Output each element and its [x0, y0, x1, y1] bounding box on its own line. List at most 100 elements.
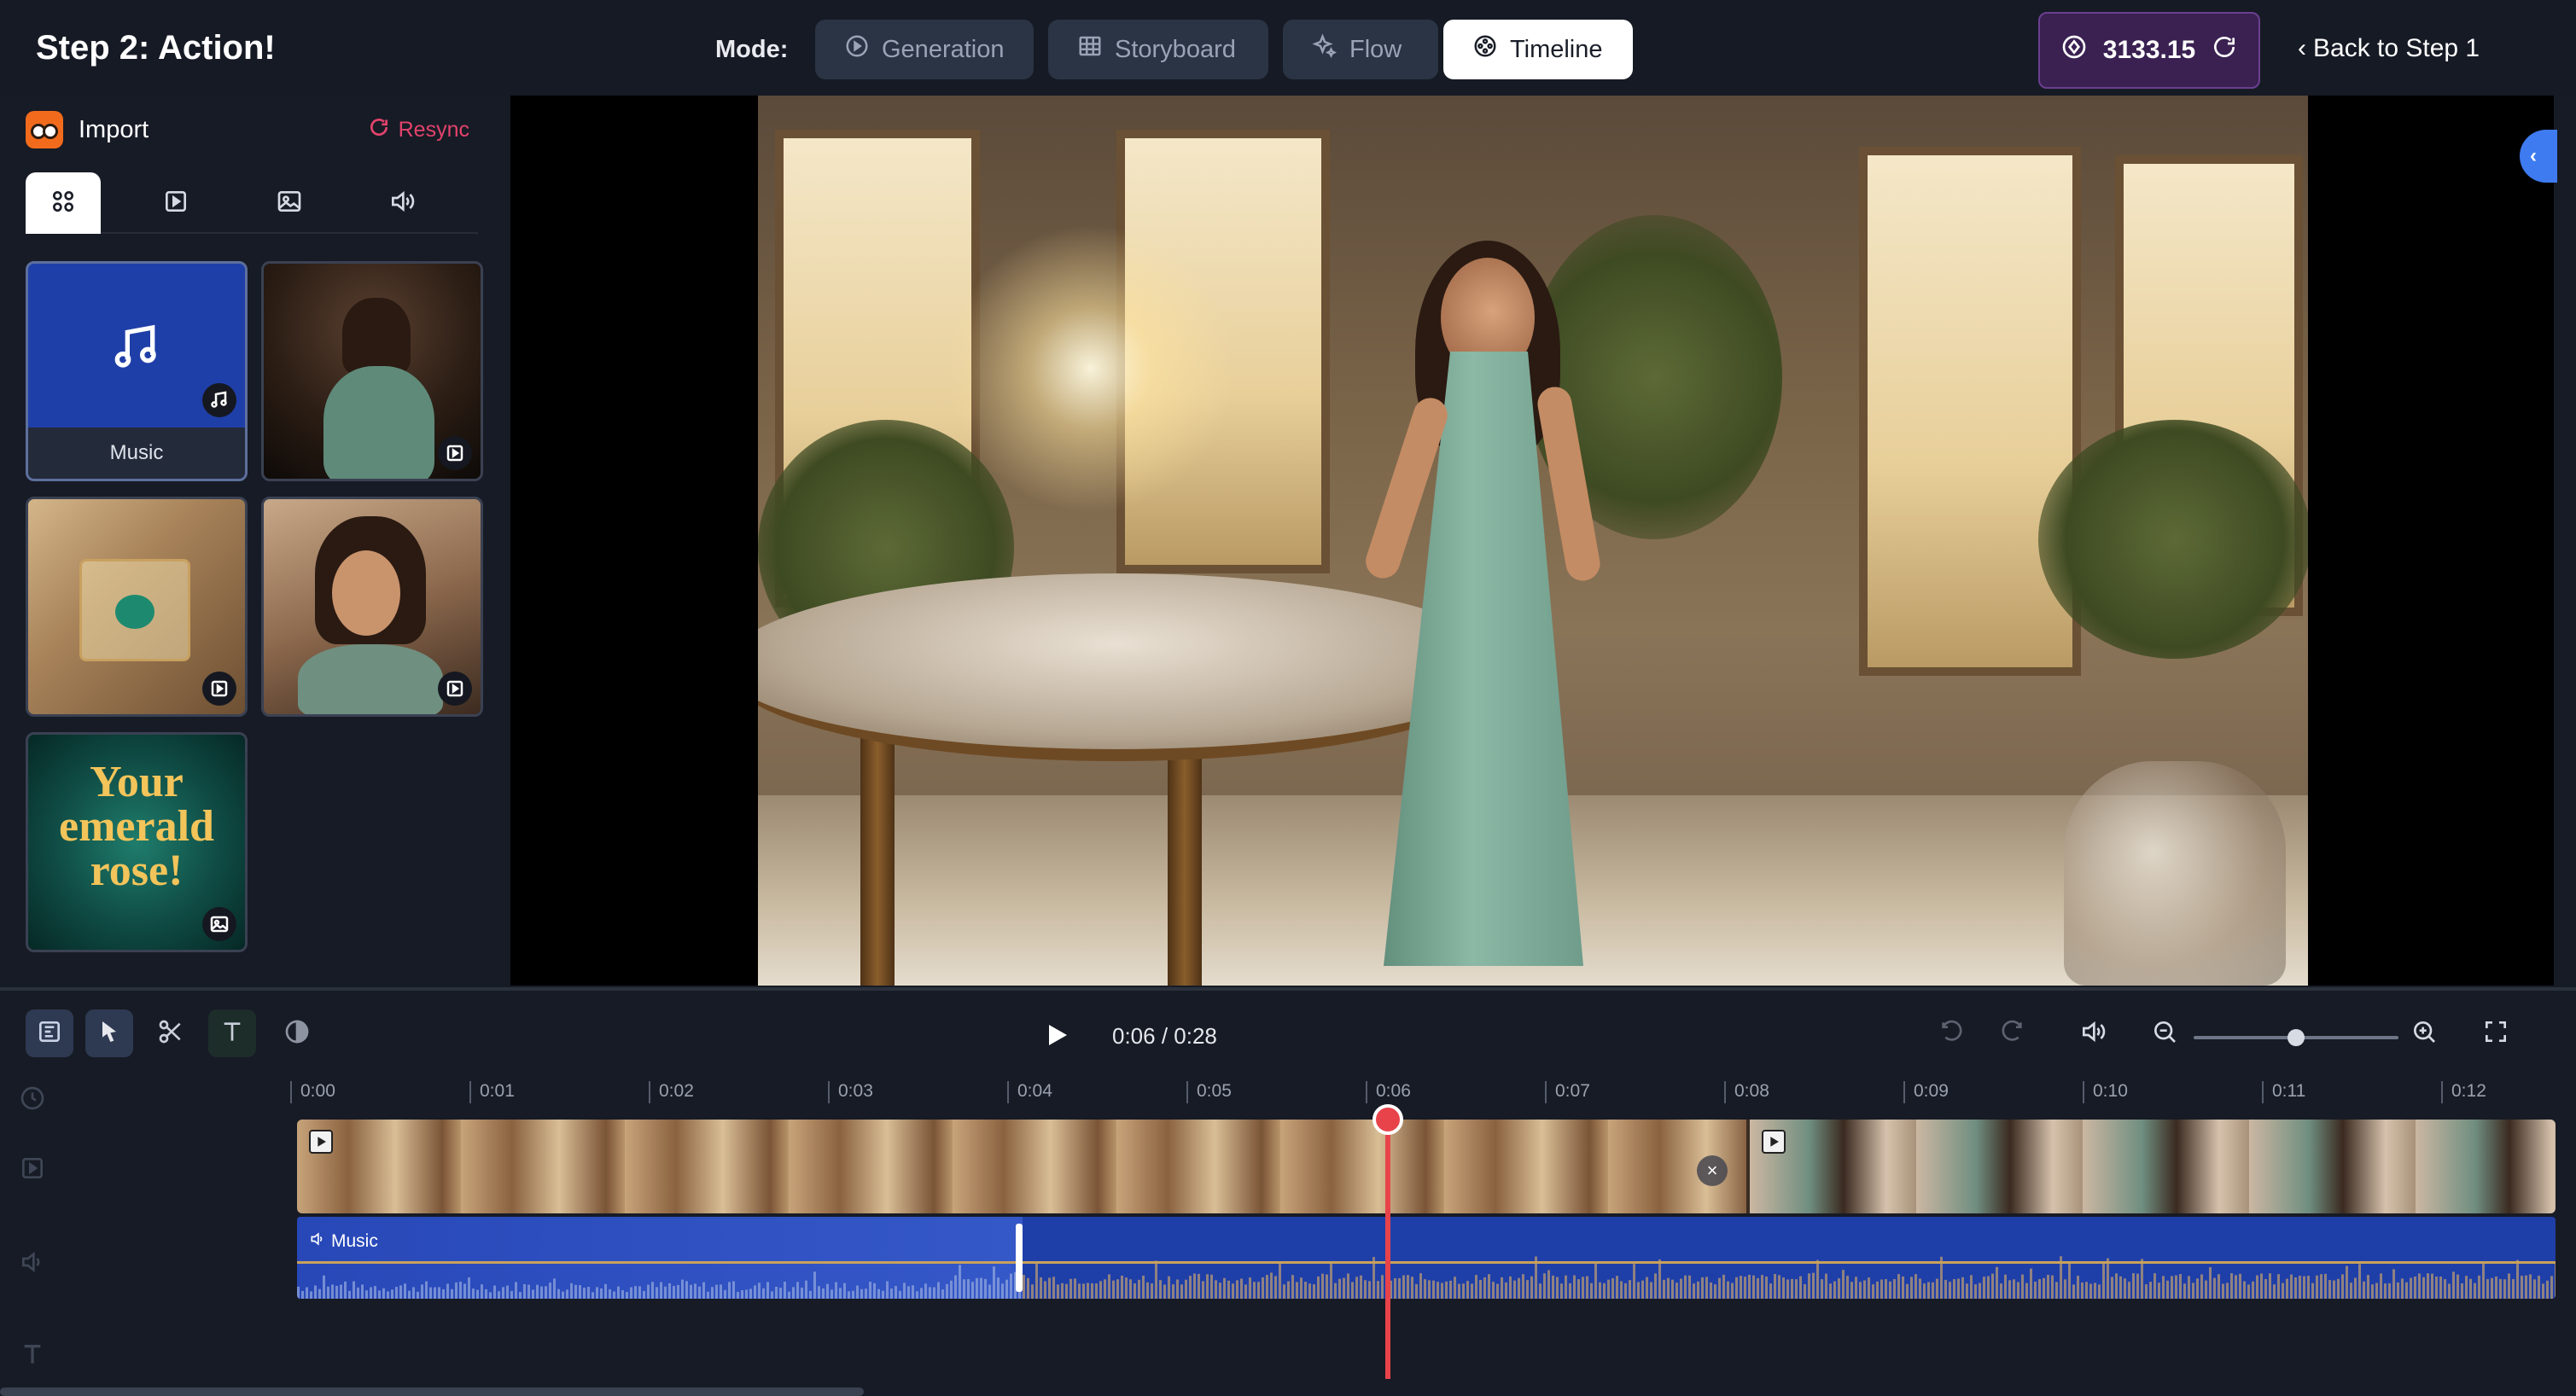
undo-button[interactable] — [1927, 1009, 1975, 1057]
video-icon — [162, 188, 189, 219]
table-leg — [1168, 727, 1202, 986]
undo-icon — [1938, 1018, 1965, 1050]
redo-button[interactable] — [1989, 1009, 2037, 1057]
audio-fade-handle[interactable] — [1016, 1224, 1023, 1292]
ruler-tick: 0:06 — [1366, 1081, 1411, 1103]
tab-audio-media[interactable] — [365, 172, 440, 234]
zoom-out-icon — [2151, 1018, 2178, 1050]
speaker-icon — [2079, 1018, 2107, 1050]
zoom-slider-handle[interactable] — [2288, 1029, 2305, 1046]
playhead-handle[interactable] — [1373, 1104, 1403, 1135]
remove-clip-button[interactable]: × — [1697, 1155, 1728, 1186]
scene-plant — [2038, 420, 2308, 659]
zoom-slider[interactable] — [2194, 1029, 2398, 1046]
music-icon — [202, 383, 236, 417]
speaker-icon — [309, 1230, 326, 1253]
split-tool-button[interactable] — [147, 1009, 195, 1057]
media-filter-tabs — [26, 172, 478, 234]
contrast-icon — [283, 1018, 311, 1050]
scene-vase — [2064, 761, 2286, 986]
zoom-out-button[interactable] — [2141, 1009, 2188, 1057]
mode-generation-button[interactable]: Generation — [815, 20, 1034, 79]
video-icon — [202, 672, 236, 706]
image-icon — [276, 188, 303, 219]
mode-generation-label: Generation — [882, 35, 1005, 63]
chevron-left-icon: ‹ — [2298, 34, 2306, 62]
ruler-tick: 0:07 — [1545, 1081, 1590, 1103]
tab-image-media[interactable] — [252, 172, 327, 234]
title-card-text: Your emerald rose! — [28, 760, 245, 893]
chevron-left-icon: ‹ — [2530, 144, 2537, 167]
scene-table — [758, 573, 1509, 761]
layout-icon — [36, 1018, 63, 1050]
media-item-video-reading[interactable] — [261, 497, 483, 717]
fullscreen-icon — [2482, 1018, 2509, 1050]
audio-track-icon — [19, 1248, 46, 1276]
audio-clip-label: Music — [309, 1230, 378, 1253]
ruler-tick: 0:00 — [290, 1081, 335, 1103]
audio-clip-music[interactable]: Music — [297, 1217, 2556, 1299]
thumbnail-figure — [323, 366, 434, 479]
media-item-music[interactable]: Music — [26, 261, 248, 481]
mode-timeline-button[interactable]: Timeline — [1443, 20, 1633, 79]
video-icon — [438, 672, 472, 706]
video-icon — [309, 1130, 333, 1154]
select-tool-button[interactable] — [85, 1009, 133, 1057]
redo-icon — [1999, 1018, 2026, 1050]
play-button[interactable] — [1041, 1020, 1072, 1050]
mode-flow-button[interactable]: Flow — [1283, 20, 1438, 79]
mode-storyboard-label: Storyboard — [1115, 35, 1236, 63]
ruler-tick: 0:03 — [828, 1081, 873, 1103]
video-icon — [438, 436, 472, 470]
clock-icon — [19, 1085, 46, 1112]
thumbnail-figure — [332, 550, 400, 636]
media-item-video-jewelry-box[interactable] — [26, 497, 248, 717]
text-icon — [219, 1018, 246, 1050]
title-card-line: Your — [90, 758, 184, 806]
video-editor-app: Step 2: Action! Mode: Generation Storybo… — [0, 0, 2576, 1396]
tab-all-media[interactable] — [26, 172, 101, 234]
filter-tool-button[interactable] — [273, 1009, 321, 1057]
playhead-line[interactable] — [1385, 1118, 1390, 1379]
tab-video-media[interactable] — [139, 172, 214, 234]
resync-label: Resync — [398, 118, 469, 142]
import-button[interactable]: Import — [79, 116, 149, 144]
volume-button[interactable] — [2069, 1009, 2117, 1057]
table-leg — [860, 710, 895, 986]
preview-frame — [758, 96, 2308, 986]
refresh-icon[interactable] — [2211, 33, 2238, 67]
zoom-in-button[interactable] — [2400, 1009, 2448, 1057]
apps-icon — [50, 188, 77, 219]
time-ruler[interactable]: 0:00 0:01 0:02 0:03 0:04 0:05 0:06 0:07 … — [290, 1074, 2561, 1108]
timeline-toolbar: 0:06 / 0:28 — [0, 1004, 2576, 1064]
media-item-image-title-card[interactable]: Your emerald rose! — [26, 732, 248, 952]
timecode-display: 0:06 / 0:28 — [1112, 1023, 1217, 1049]
mode-label: Mode: — [715, 36, 789, 63]
mode-timeline-label: Timeline — [1510, 35, 1603, 63]
resync-button[interactable]: Resync — [368, 116, 469, 144]
refresh-icon — [368, 116, 390, 144]
track-layout-button[interactable] — [26, 1009, 73, 1057]
credits-balance-button[interactable]: 3133.15 — [2038, 12, 2260, 89]
video-track[interactable]: × — [297, 1120, 2556, 1213]
sun-glare — [946, 224, 1236, 514]
back-to-step-1-link[interactable]: ‹ Back to Step 1 — [2298, 34, 2480, 63]
video-preview[interactable] — [510, 96, 2554, 986]
fullscreen-button[interactable] — [2472, 1009, 2520, 1057]
video-clip-jewelry-box[interactable]: × — [297, 1120, 1746, 1213]
video-track-icon — [19, 1155, 46, 1182]
ruler-tick: 0:10 — [2083, 1081, 2128, 1103]
media-item-video-dinner[interactable] — [261, 261, 483, 481]
media-caption: Music — [28, 428, 245, 479]
horizontal-scrollbar[interactable] — [0, 1387, 864, 1396]
coin-icon — [2060, 33, 2088, 67]
media-library-panel: Import Resync Music Your emerald rose! — [0, 96, 504, 987]
page-title: Step 2: Action! — [36, 29, 276, 67]
credits-value: 3133.15 — [2102, 36, 2196, 64]
sparkle-icon — [1312, 33, 1338, 66]
text-tool-button[interactable] — [208, 1009, 256, 1057]
ruler-tick: 0:09 — [1903, 1081, 1949, 1103]
mode-storyboard-button[interactable]: Storyboard — [1048, 20, 1268, 79]
audio-volume-line[interactable] — [297, 1261, 2556, 1264]
video-clip-reading[interactable] — [1750, 1120, 2556, 1213]
